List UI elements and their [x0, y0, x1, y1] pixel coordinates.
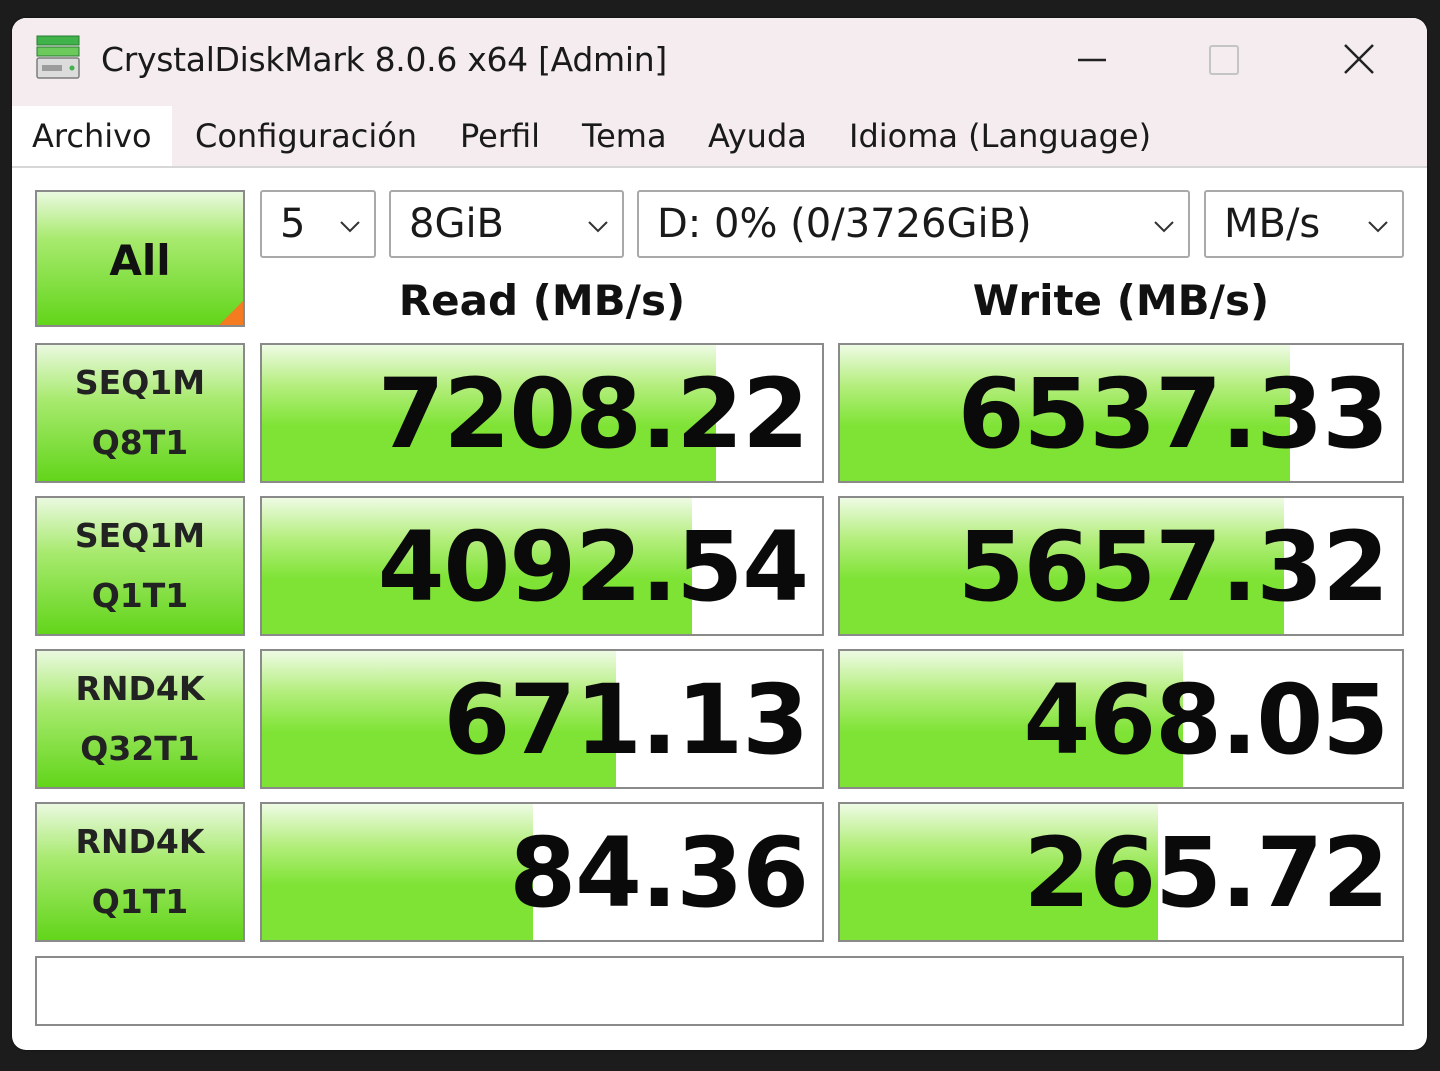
- run-all-label: All: [109, 236, 171, 285]
- read-bar: [262, 804, 534, 940]
- menu-archivo[interactable]: Archivo: [12, 106, 172, 166]
- maximize-button[interactable]: [1184, 30, 1264, 90]
- write-result-seq1m-q8t1: 6537.33: [838, 343, 1404, 483]
- drive-stack-icon: [34, 34, 82, 82]
- minimize-icon: [1078, 58, 1106, 62]
- write-result-rnd4k-q32t1: 468.05: [838, 649, 1404, 789]
- drive-select[interactable]: D: 0% (0/3726GiB): [637, 190, 1190, 258]
- chevron-down-icon: [1368, 221, 1388, 233]
- test-name: SEQ1M: [74, 516, 206, 555]
- test-count-value: 5: [280, 201, 306, 247]
- chevron-down-icon: [588, 221, 608, 233]
- app-window: CrystalDiskMark 8.0.6 x64 [Admin] Archiv…: [12, 18, 1427, 1050]
- test-params: Q8T1: [91, 423, 189, 462]
- unit-select[interactable]: MB/s: [1204, 190, 1404, 258]
- chevron-down-icon: [340, 221, 360, 233]
- read-value: 7208.22: [377, 358, 809, 470]
- title-bar[interactable]: CrystalDiskMark 8.0.6 x64 [Admin]: [12, 18, 1427, 106]
- test-button-seq1m-q1t1[interactable]: SEQ1M Q1T1: [35, 496, 245, 636]
- write-result-rnd4k-q1t1: 265.72: [838, 802, 1404, 942]
- menu-idioma[interactable]: Idioma (Language): [849, 106, 1151, 166]
- run-all-button[interactable]: All: [35, 190, 245, 327]
- close-icon: [1344, 44, 1374, 74]
- write-value: 468.05: [1023, 664, 1389, 776]
- test-params: Q32T1: [80, 729, 200, 768]
- read-result-rnd4k-q32t1: 671.13: [260, 649, 824, 789]
- test-button-rnd4k-q32t1[interactable]: RND4K Q32T1: [35, 649, 245, 789]
- window-title: CrystalDiskMark 8.0.6 x64 [Admin]: [101, 40, 667, 79]
- read-column-header: Read (MB/s): [398, 276, 686, 325]
- test-count-select[interactable]: 5: [260, 190, 376, 258]
- menu-ayuda[interactable]: Ayuda: [708, 106, 807, 166]
- menu-configuracion[interactable]: Configuración: [195, 106, 417, 166]
- menu-bar: Archivo Configuración Perfil Tema Ayuda …: [12, 106, 1427, 168]
- test-size-value: 8GiB: [409, 201, 504, 247]
- test-button-seq1m-q8t1[interactable]: SEQ1M Q8T1: [35, 343, 245, 483]
- unit-value: MB/s: [1224, 201, 1321, 247]
- read-result-seq1m-q1t1: 4092.54: [260, 496, 824, 636]
- test-name: SEQ1M: [74, 363, 206, 402]
- maximize-icon: [1209, 45, 1239, 75]
- read-result-rnd4k-q1t1: 84.36: [260, 802, 824, 942]
- close-button[interactable]: [1319, 30, 1399, 90]
- read-result-seq1m-q8t1: 7208.22: [260, 343, 824, 483]
- minimize-button[interactable]: [1052, 30, 1132, 90]
- corner-marker: [219, 301, 243, 325]
- test-name: RND4K: [75, 822, 205, 861]
- menu-tema[interactable]: Tema: [582, 106, 667, 166]
- test-size-select[interactable]: 8GiB: [389, 190, 624, 258]
- write-value: 265.72: [1023, 817, 1389, 929]
- read-value: 84.36: [509, 817, 809, 929]
- menu-perfil[interactable]: Perfil: [460, 106, 540, 166]
- test-params: Q1T1: [91, 882, 189, 921]
- write-value: 5657.32: [957, 511, 1389, 623]
- read-value: 671.13: [443, 664, 809, 776]
- comment-field[interactable]: [35, 956, 1404, 1026]
- read-value: 4092.54: [377, 511, 809, 623]
- test-button-rnd4k-q1t1[interactable]: RND4K Q1T1: [35, 802, 245, 942]
- write-result-seq1m-q1t1: 5657.32: [838, 496, 1404, 636]
- drive-value: D: 0% (0/3726GiB): [657, 201, 1032, 247]
- test-params: Q1T1: [91, 576, 189, 615]
- write-column-header: Write (MB/s): [972, 276, 1270, 325]
- write-value: 6537.33: [957, 358, 1389, 470]
- test-name: RND4K: [75, 669, 205, 708]
- chevron-down-icon: [1154, 221, 1174, 233]
